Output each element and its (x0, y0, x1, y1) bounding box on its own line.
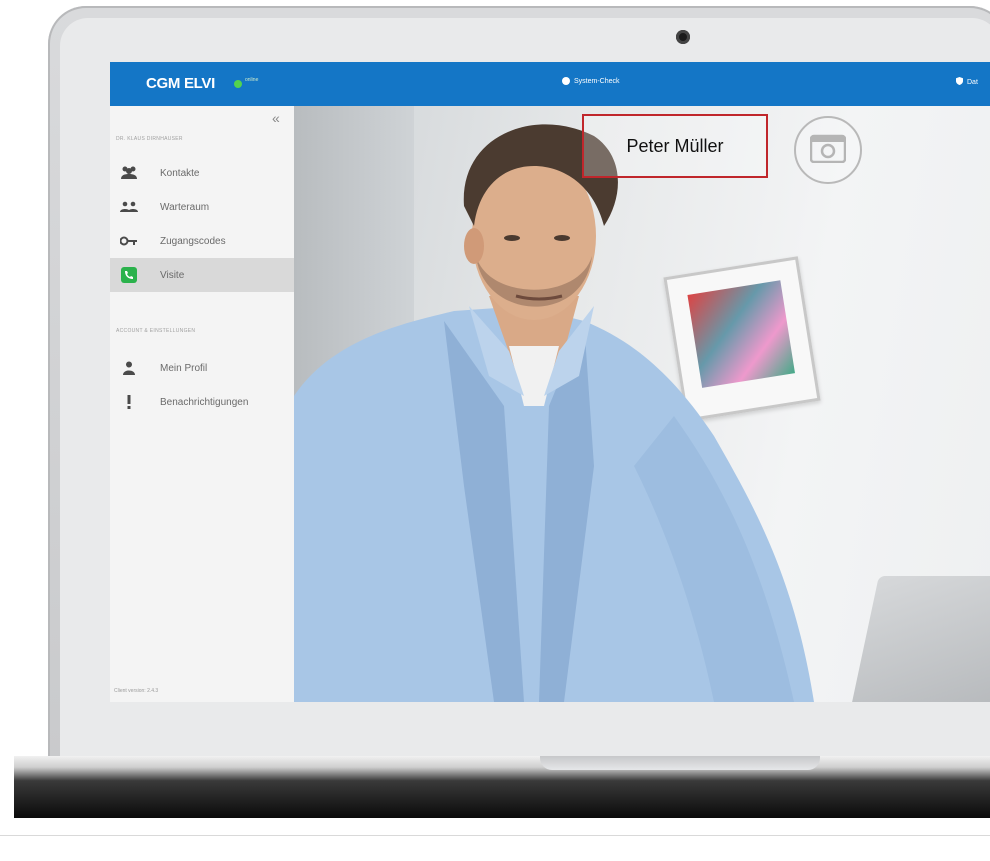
header-right-label: Dat (967, 78, 978, 86)
client-version: Client version: 2.4.3 (114, 688, 159, 694)
sidebar-item-label: Warteraum (160, 201, 210, 213)
sidebar: « DR. KLAUS DIRNHAUSER Kontakte Warterau… (110, 106, 294, 702)
system-check-label: System-Check (574, 77, 620, 85)
sidebar-item-label: Benachrichtigungen (160, 396, 249, 408)
sidebar-item-label: Kontakte (160, 167, 200, 179)
participant-video (294, 124, 814, 702)
settings-heading: ACCOUNT & EINSTELLUNGEN (116, 328, 196, 334)
exclamation-icon (120, 393, 138, 411)
system-check-button[interactable]: System-Check (562, 77, 620, 85)
sidebar-item-warteraum[interactable]: Warteraum (110, 190, 294, 224)
header-right-button[interactable]: Dat (956, 77, 978, 87)
sidebar-item-visite[interactable]: Visite (110, 258, 294, 292)
system-check-icon (562, 77, 570, 85)
contacts-icon (120, 164, 138, 182)
webcam-icon (676, 30, 690, 44)
status-label: online (245, 77, 259, 83)
app-screen: CGM ELVI online System-Check Dat « DR. K… (110, 62, 990, 702)
sidebar-item-mein-profil[interactable]: Mein Profil (110, 351, 294, 385)
sidebar-item-label: Zugangscodes (160, 235, 226, 247)
online-status-icon (234, 80, 242, 88)
laptop-base (14, 756, 990, 818)
sidebar-item-label: Visite (160, 269, 185, 281)
sidebar-item-kontakte[interactable]: Kontakte (110, 156, 294, 190)
waiting-room-icon (120, 198, 138, 216)
participant-name: Peter Müller (626, 135, 724, 156)
sidebar-item-label: Mein Profil (160, 362, 208, 374)
laptop-hinge-notch (540, 756, 820, 770)
camera-icon (809, 133, 847, 168)
sidebar-item-benachrichtigungen[interactable]: Benachrichtigungen (110, 385, 294, 419)
user-icon (120, 359, 138, 377)
participant-name-box: Peter Müller (582, 114, 768, 178)
floor-line (0, 835, 990, 836)
collapse-sidebar-icon[interactable]: « (272, 110, 280, 126)
sidebar-item-zugangscodes[interactable]: Zugangscodes (110, 224, 294, 258)
phone-icon (120, 266, 138, 284)
top-bar: CGM ELVI online System-Check Dat (110, 62, 990, 106)
key-icon (120, 232, 138, 250)
camera-switch-button[interactable] (794, 116, 862, 184)
brand-logo: CGM ELVI (146, 75, 215, 92)
shield-icon (956, 77, 963, 87)
video-call-view: Peter Müller (294, 106, 990, 702)
user-heading: DR. KLAUS DIRNHAUSER (116, 136, 183, 142)
